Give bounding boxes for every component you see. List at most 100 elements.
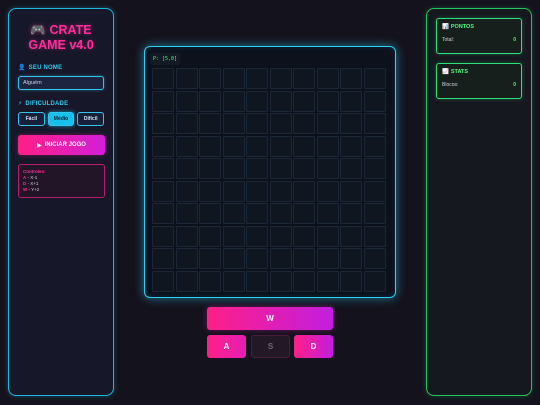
board-cell [199, 158, 221, 179]
board-cell [340, 158, 362, 179]
points-card-title: 📊 PONTOS [442, 24, 516, 30]
board-cell [316, 113, 339, 134]
board-cell [316, 225, 339, 247]
board-cell [316, 270, 339, 292]
move-down-button[interactable]: S [251, 335, 290, 358]
stats-card: 📈 STATS Blocos: 0 [436, 63, 522, 99]
board-cell [175, 135, 198, 157]
board-cell [363, 68, 386, 89]
points-value: 0 [513, 37, 516, 43]
board-cell [269, 225, 292, 247]
game-title-line2: GAME v4.0 [28, 38, 94, 52]
start-game-label: INICIAR JOGO [44, 142, 86, 148]
gamepad-icon: 🎮 [30, 23, 46, 37]
game-board: P: [5,0] [144, 46, 396, 298]
board-cell [152, 158, 174, 179]
board-cell [175, 90, 198, 112]
control-desc: - X-1 [26, 175, 38, 180]
board-cell [222, 68, 245, 89]
board-cell [316, 203, 339, 224]
board-cell [269, 135, 292, 157]
board-cell [340, 270, 362, 292]
board-cell [340, 180, 362, 202]
controls-help: Controles: A - X-1 D - X+1 W - Y+2 [18, 164, 105, 198]
settings-panel: 🎮 CRATE GAME v4.0 👤 SEU NOME ⚡ DIFICULDA… [8, 8, 114, 396]
board-cell [269, 180, 292, 202]
board-cell [363, 270, 386, 292]
board-cell [269, 270, 292, 292]
board-cell [269, 113, 292, 134]
points-title-text: PONTOS [450, 24, 474, 30]
board-grid [152, 68, 386, 292]
difficulty-hard-button[interactable]: Difícil [77, 112, 105, 126]
stats-title-text: STATS [450, 69, 469, 75]
board-cell [222, 180, 245, 202]
board-cell [363, 135, 386, 157]
board-cell [175, 203, 198, 224]
board-cell [293, 90, 315, 112]
board-cell [222, 135, 245, 157]
move-right-button[interactable]: D [294, 335, 333, 358]
board-cell [152, 90, 174, 112]
board-cell [246, 203, 268, 224]
move-up-button[interactable]: W [207, 307, 333, 330]
points-card: 📊 PONTOS Total: 0 [436, 18, 522, 54]
bar-chart-icon: 📊 [442, 24, 449, 30]
board-cell [363, 180, 386, 202]
name-label-text: SEU NOME [28, 64, 63, 71]
board-cell [152, 203, 174, 224]
points-row: Total: 0 [442, 37, 516, 43]
trend-chart-icon: 📈 [442, 69, 449, 75]
board-cell [222, 90, 245, 112]
difficulty-medium-button[interactable]: Médio [47, 112, 75, 126]
board-cell [340, 135, 362, 157]
board-cell [246, 248, 268, 269]
board-cell [293, 203, 315, 224]
board-cell [175, 113, 198, 134]
difficulty-easy-button[interactable]: Fácil [18, 112, 45, 126]
board-cell [269, 248, 292, 269]
control-desc: - Y+2 [27, 187, 40, 192]
board-cell [199, 68, 221, 89]
board-cell [269, 90, 292, 112]
board-cell [293, 68, 315, 89]
board-cell [222, 225, 245, 247]
board-cell [199, 248, 221, 269]
difficulty-label-text: DIFICULDADE [25, 100, 69, 107]
board-cell [363, 225, 386, 247]
board-cell [293, 113, 315, 134]
board-cell [152, 135, 174, 157]
board-cell [293, 270, 315, 292]
board-cell [246, 135, 268, 157]
lightning-icon: ⚡ [18, 101, 23, 107]
board-cell [246, 180, 268, 202]
blocks-value: 0 [513, 82, 516, 88]
name-input[interactable] [18, 76, 104, 90]
board-cell [293, 180, 315, 202]
board-cell [175, 180, 198, 202]
board-cell [222, 158, 245, 179]
difficulty-label: ⚡ DIFICULDADE [18, 100, 104, 108]
stats-panel: 📊 PONTOS Total: 0 📈 STATS Blocos: 0 [426, 8, 532, 396]
board-cell [316, 158, 339, 179]
play-icon: ▶ [37, 142, 42, 149]
game-title-line1: CRATE [49, 23, 92, 37]
board-cell [340, 113, 362, 134]
board-cell [199, 113, 221, 134]
board-cell [152, 180, 174, 202]
board-cell [340, 248, 362, 269]
board-cell [363, 203, 386, 224]
game-title: 🎮 CRATE GAME v4.0 [18, 23, 104, 53]
points-label: Total: [442, 37, 454, 43]
move-left-button[interactable]: A [207, 335, 246, 358]
board-cell [340, 203, 362, 224]
board-cell [363, 113, 386, 134]
board-cell [246, 113, 268, 134]
board-cell [269, 68, 292, 89]
board-cell [293, 248, 315, 269]
board-cell [175, 270, 198, 292]
board-cell [246, 68, 268, 89]
start-game-button[interactable]: ▶ INICIAR JOGO [18, 135, 105, 155]
board-cell [152, 68, 174, 89]
board-cell [175, 158, 198, 179]
